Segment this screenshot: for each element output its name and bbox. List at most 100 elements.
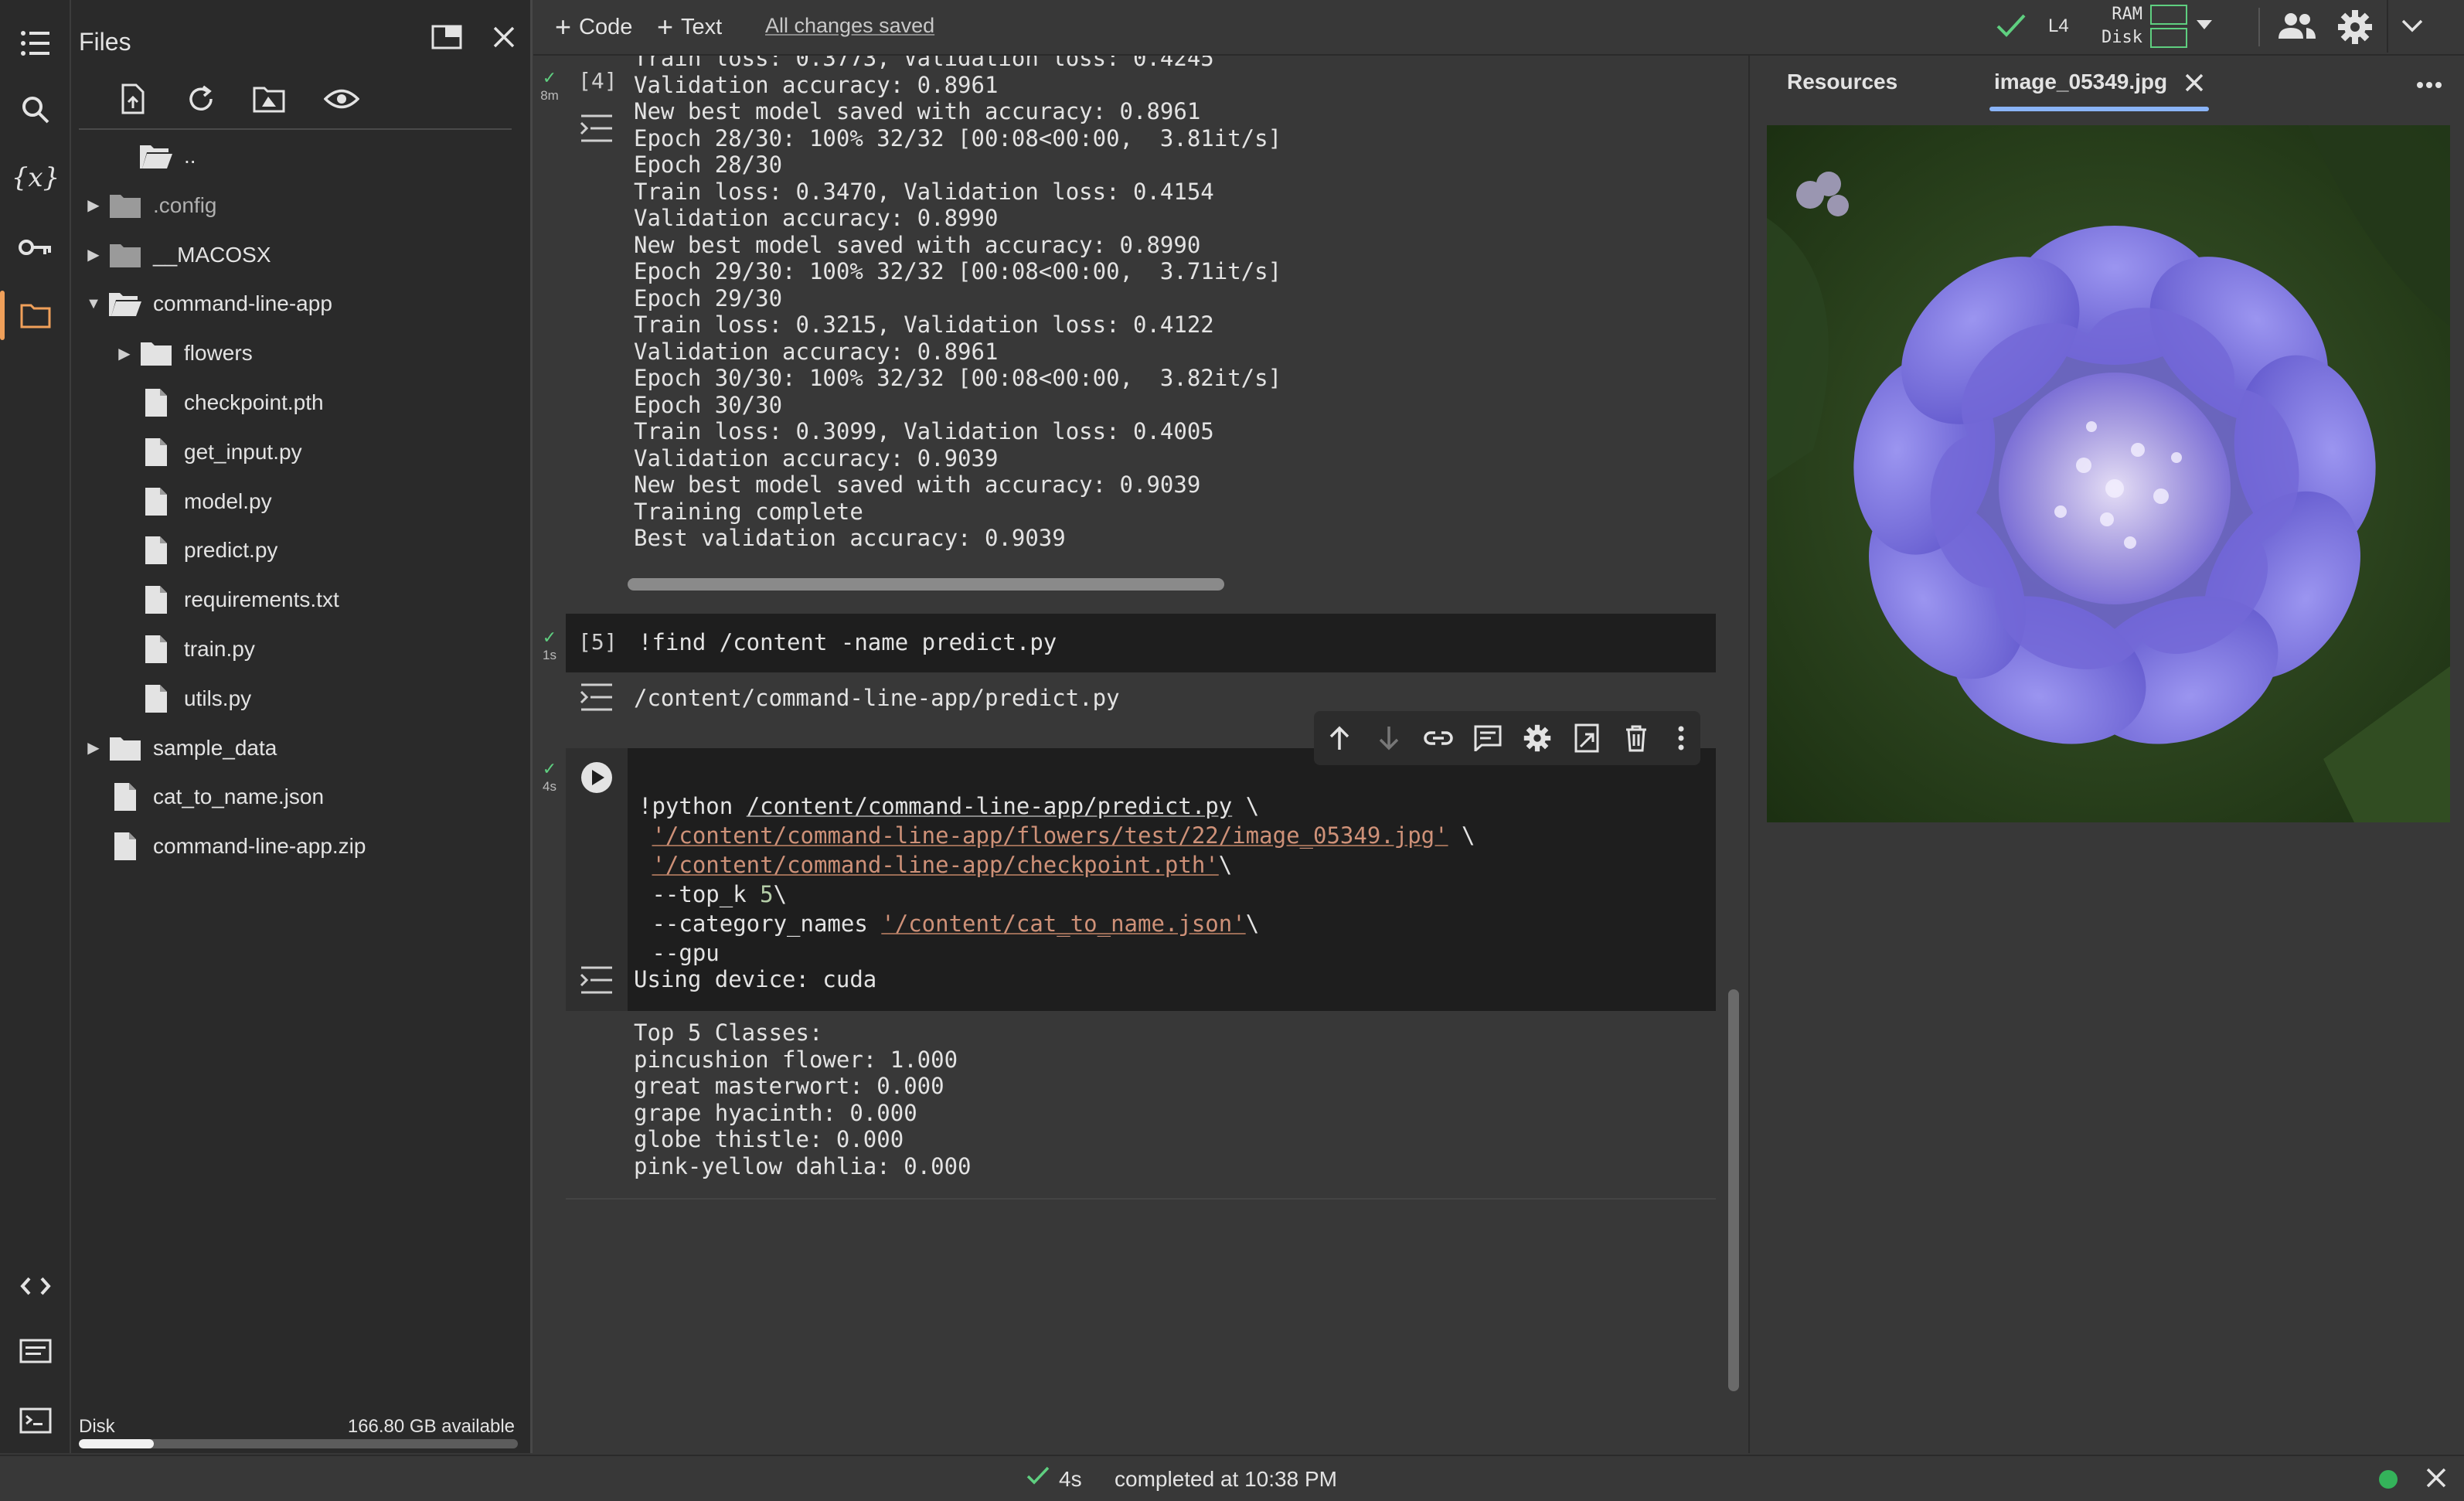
run-cell-button[interactable] <box>580 761 614 798</box>
save-status-link[interactable]: All changes saved <box>765 14 934 38</box>
close-panel-icon[interactable] <box>481 14 527 60</box>
variables-icon[interactable]: {x} <box>12 158 60 198</box>
file-tree-item[interactable]: ▶ flowers <box>111 330 253 376</box>
cell5-output: /content/command-line-app/predict.py <box>634 685 1120 711</box>
file-tree-label: train.py <box>184 637 255 661</box>
file-tree-label: __MACOSX <box>153 242 271 267</box>
file-tree-item[interactable]: requirements.txt <box>111 577 339 623</box>
delete-trash-icon[interactable] <box>1618 720 1654 756</box>
connected-check-icon <box>1996 12 2027 43</box>
status-completed-time[interactable]: completed at 10:38 PM <box>1115 1467 1337 1492</box>
search-icon[interactable] <box>15 90 56 130</box>
file-tree-item[interactable]: ▶ .config <box>80 182 217 229</box>
cell-toolbar <box>1314 711 1700 765</box>
code-string: '/content/cat_to_name.json' <box>881 910 1246 937</box>
files-panel-title: Files <box>79 28 131 56</box>
cell5-code[interactable]: !find /content -name predict.py <box>638 628 1057 657</box>
code-token: \ <box>1245 910 1260 937</box>
upload-file-icon[interactable] <box>110 76 156 122</box>
cell4-status: ✓ 8m <box>536 68 563 104</box>
tab-image-file[interactable]: image_05349.jpg <box>1994 70 2167 94</box>
file-tree-label: requirements.txt <box>184 587 339 612</box>
close-tab-icon[interactable] <box>2184 73 2204 97</box>
disk-available: 166.80 GB available <box>347 1416 515 1437</box>
files-folder-icon[interactable] <box>0 291 56 340</box>
notebook-scrollbar[interactable] <box>1728 989 1739 1391</box>
add-text-cell-button[interactable]: + Text <box>657 11 722 43</box>
caret-right-icon[interactable]: ▶ <box>111 344 138 363</box>
file-tree-item[interactable]: checkpoint.pth <box>111 380 324 426</box>
file-tree-label: flowers <box>184 341 253 366</box>
file-tree-item[interactable]: command-line-app.zip <box>80 823 366 870</box>
runtime-type-label[interactable]: L4 <box>2048 15 2069 37</box>
output-actions-icon[interactable] <box>580 965 614 999</box>
file-tree-item[interactable]: ▶ __MACOSX <box>80 232 271 278</box>
more-actions-kebab-icon[interactable] <box>1663 720 1699 756</box>
success-check-icon: ✓ <box>542 628 557 647</box>
code-token: \ <box>1448 822 1475 849</box>
table-of-contents-icon[interactable] <box>15 23 56 63</box>
code-token: --gpu <box>638 940 720 966</box>
disk-usage-bar <box>79 1439 518 1448</box>
cell5-status: ✓ 1s <box>536 628 563 663</box>
output-actions-icon[interactable] <box>580 113 614 147</box>
file-icon <box>107 780 144 814</box>
share-users-icon[interactable] <box>2277 11 2317 46</box>
file-tree-item[interactable]: ▼ command-line-app <box>80 281 332 327</box>
ram-label: RAM <box>2112 5 2142 24</box>
file-tree-item[interactable]: predict.py <box>111 527 277 574</box>
resource-monitor[interactable]: RAM Disk <box>2095 3 2187 49</box>
terminal-icon[interactable] <box>15 1401 56 1441</box>
open-in-tab-icon[interactable] <box>424 14 470 60</box>
mount-drive-icon[interactable] <box>246 76 292 122</box>
file-icon <box>138 485 175 519</box>
cell6-status: ✓ 4s <box>536 759 563 795</box>
disk-usage-fill <box>79 1439 154 1448</box>
file-tree-item[interactable]: train.py <box>111 626 255 672</box>
collapse-header-chevron-icon[interactable] <box>2401 19 2424 38</box>
mirror-cell-icon[interactable] <box>1569 720 1605 756</box>
file-tree-item[interactable]: .. <box>111 133 196 179</box>
file-icon <box>138 583 175 617</box>
caret-right-icon[interactable]: ▶ <box>80 196 107 215</box>
cell6-code[interactable]: !python /content/command-line-app/predic… <box>638 762 1475 968</box>
tab-resources[interactable]: Resources <box>1787 70 1897 94</box>
caret-right-icon[interactable]: ▶ <box>80 738 107 757</box>
folder-icon <box>107 238 144 272</box>
file-tree-item[interactable]: model.py <box>111 478 272 525</box>
folder-open-icon <box>107 287 144 321</box>
move-down-arrow-icon[interactable] <box>1371 720 1407 756</box>
toolbar-divider <box>2258 8 2260 46</box>
link-icon[interactable] <box>1421 720 1456 756</box>
file-tree-item[interactable]: ▶ sample_data <box>80 725 277 771</box>
comment-icon[interactable] <box>1470 720 1506 756</box>
file-tree-item[interactable]: get_input.py <box>111 429 302 475</box>
cell-settings-gear-icon[interactable] <box>1520 720 1555 756</box>
command-palette-icon[interactable] <box>15 1331 56 1371</box>
add-code-cell-button[interactable]: + Code <box>555 11 632 43</box>
caret-down-icon[interactable]: ▼ <box>80 295 107 313</box>
cell5-exec-count: [5] <box>578 629 618 655</box>
code-token: --top_k <box>638 881 761 907</box>
close-status-icon[interactable] <box>2425 1467 2447 1492</box>
settings-gear-icon[interactable] <box>2337 9 2373 49</box>
file-icon <box>138 533 175 567</box>
file-tree-label: .config <box>153 192 217 217</box>
file-tree-label: .. <box>184 144 196 168</box>
refresh-icon[interactable] <box>178 76 224 122</box>
runtime-dropdown-icon[interactable] <box>2195 19 2214 35</box>
code-snippets-icon[interactable] <box>15 1266 56 1306</box>
file-tree-item[interactable]: cat_to_name.json <box>80 774 324 820</box>
move-up-arrow-icon[interactable] <box>1322 720 1357 756</box>
show-hidden-files-icon[interactable] <box>318 76 365 122</box>
file-tree-item[interactable]: utils.py <box>111 676 251 722</box>
connection-status-dot <box>2379 1470 2398 1489</box>
code-token: \ <box>773 881 788 907</box>
cell4-time: 8m <box>540 88 559 103</box>
secrets-key-icon[interactable] <box>15 227 56 267</box>
cell4-horizontal-scrollbar[interactable] <box>628 578 1224 591</box>
add-text-label: Text <box>681 14 723 39</box>
output-actions-icon[interactable] <box>580 682 614 716</box>
caret-right-icon[interactable]: ▶ <box>80 245 107 264</box>
panel-more-icon[interactable] <box>2416 79 2442 93</box>
